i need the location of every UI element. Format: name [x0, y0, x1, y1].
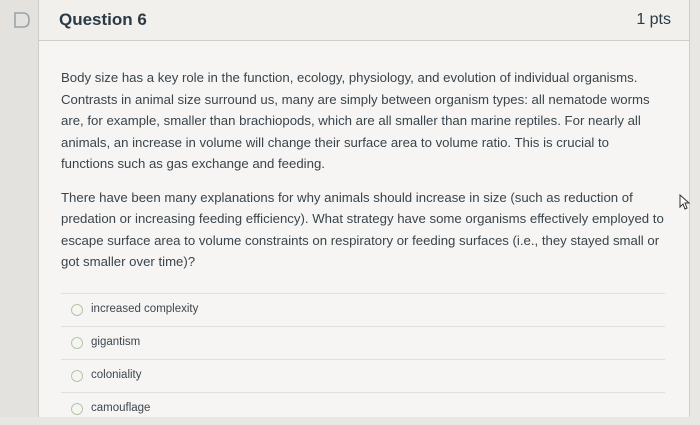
question-card: Question 6 1 pts Body size has a key rol… [38, 0, 690, 417]
question-header: Question 6 1 pts [39, 0, 689, 41]
answer-option[interactable]: gigantism [61, 325, 665, 359]
answer-label[interactable]: camouflage [91, 398, 150, 420]
question-points: 1 pts [636, 11, 671, 28]
answer-label[interactable]: gigantism [91, 332, 140, 354]
answer-list: increased complexity gigantism coloniali… [61, 292, 665, 425]
radio-button[interactable] [71, 303, 83, 316]
answer-label[interactable]: increased complexity [91, 299, 198, 321]
left-gutter [0, 0, 38, 417]
mouse-pointer-icon [679, 194, 691, 210]
radio-button[interactable] [71, 402, 83, 415]
question-title: Question 6 [59, 10, 147, 29]
radio-button[interactable] [71, 336, 83, 349]
question-paragraph: Body size has a key role in the function… [61, 70, 650, 171]
question-body: Body size has a key role in the function… [39, 41, 689, 425]
answer-option[interactable]: coloniality [61, 358, 665, 392]
question-paragraph: There have been many explanations for wh… [61, 189, 664, 270]
flag-icon[interactable] [12, 10, 32, 30]
radio-button[interactable] [71, 369, 83, 382]
answer-label[interactable]: coloniality [91, 365, 142, 387]
answer-option[interactable]: increased complexity [61, 292, 665, 326]
answer-option[interactable]: camouflage [61, 391, 665, 425]
